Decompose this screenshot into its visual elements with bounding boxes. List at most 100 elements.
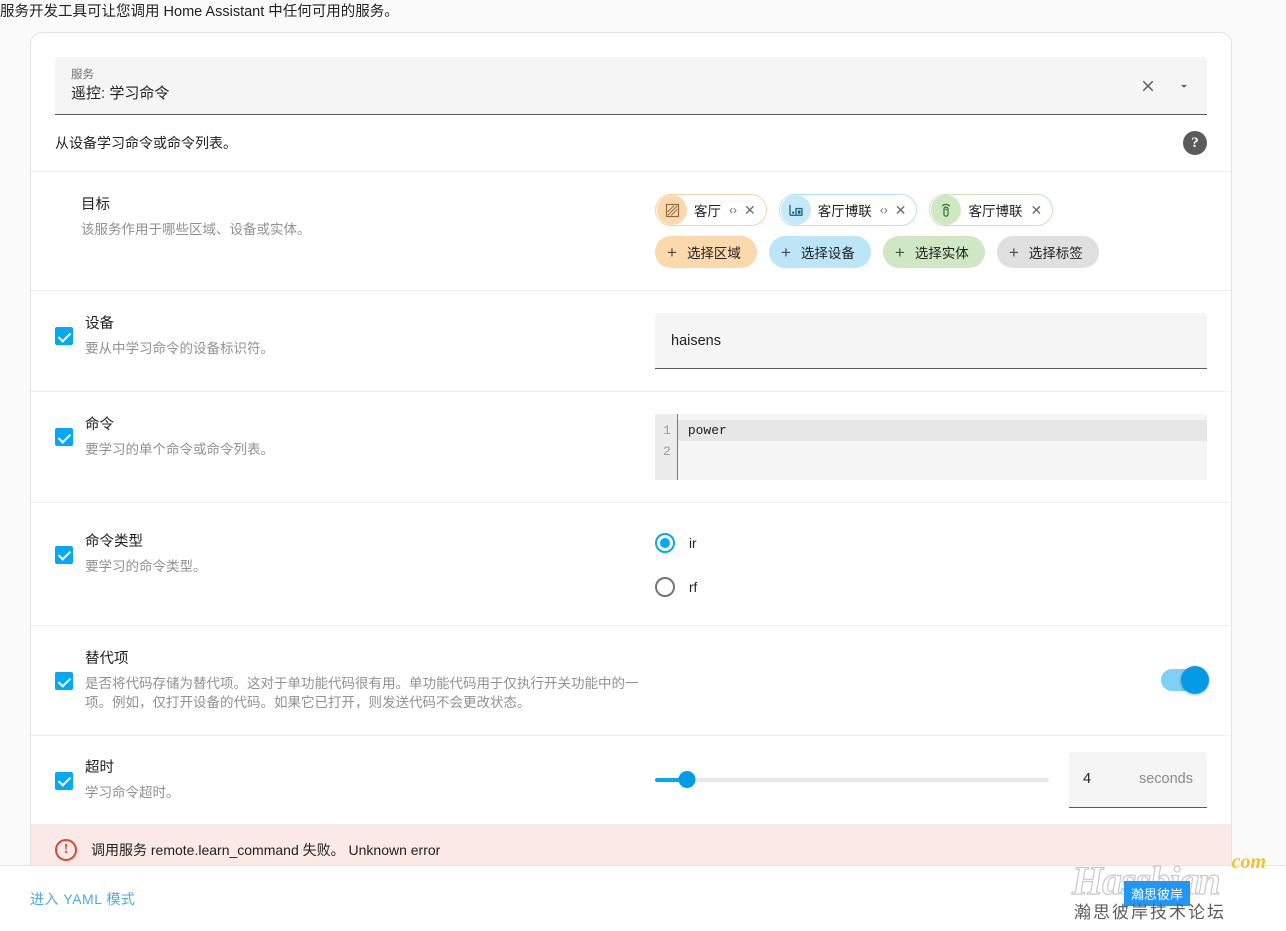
- target-chip-area-label: 客厅: [694, 204, 721, 219]
- close-icon[interactable]: ✕: [895, 202, 907, 219]
- target-chip-device[interactable]: 客厅博联 ‹› ✕: [778, 194, 918, 226]
- help-icon[interactable]: ?: [1183, 131, 1207, 155]
- command-description: 要学习的单个命令或命令列表。: [85, 441, 274, 457]
- service-picker[interactable]: 服务 遥控: 学习命令: [55, 57, 1207, 115]
- timeout-unit: seconds: [1138, 771, 1193, 788]
- developer-tools-services-page: 服务开发工具可让您调用 Home Assistant 中任何可用的服务。 服务 …: [0, 0, 1286, 931]
- device-row: 设备 要从中学习命令的设备标识符。 haisens: [31, 291, 1231, 392]
- plus-icon: +: [894, 242, 905, 262]
- choose-label-label: 选择标签: [1028, 246, 1083, 261]
- slider-thumb[interactable]: [678, 771, 696, 789]
- plus-icon: +: [780, 242, 791, 262]
- plus-icon: +: [667, 242, 677, 262]
- error-message: 调用服务 remote.learn_command 失败。 Unknown er…: [91, 841, 441, 858]
- area-icon: [657, 195, 687, 225]
- alternative-description: 是否将代码存储为替代项。这对于单功能代码很有用。单功能代码用于仅执行开关功能中的…: [85, 675, 639, 711]
- page-footer: 进入 YAML 模式: [0, 865, 1286, 931]
- timeout-row: 超时 学习命令超时。 4 seconds: [31, 736, 1231, 825]
- timeout-value: 4: [1083, 771, 1092, 788]
- service-picker-texts: 服务 遥控: 学习命令: [55, 69, 169, 102]
- target-title: 目标: [81, 197, 110, 213]
- target-description: 该服务作用于哪些区域、设备或实体。: [81, 221, 311, 237]
- choose-device-label: 选择设备: [800, 246, 855, 261]
- code-line: power: [677, 420, 1207, 441]
- choose-area-button[interactable]: + 选择区域: [655, 236, 757, 268]
- timeout-control-wrap: 4 seconds: [655, 751, 1207, 808]
- target-chip-area[interactable]: 客厅 ‹› ✕: [655, 194, 767, 226]
- line-number: 2: [663, 444, 671, 459]
- command-title: 命令: [85, 417, 114, 433]
- timeout-description: 学习命令超时。: [85, 784, 180, 800]
- target-chip-list: 客厅 ‹› ✕ 客厅博联 ‹› ✕ 客厅博联 ✕: [655, 194, 1054, 226]
- radio-button-ir[interactable]: [655, 533, 675, 553]
- plus-icon: +: [1008, 242, 1019, 262]
- timeout-title: 超时: [85, 760, 114, 777]
- timeout-label-block: 超时 学习命令超时。: [55, 757, 655, 802]
- choose-entity-button[interactable]: + 选择实体: [882, 236, 985, 268]
- chevron-down-icon[interactable]: [1171, 73, 1197, 99]
- device-title: 设备: [85, 316, 114, 332]
- timeout-checkbox[interactable]: [55, 771, 73, 790]
- alternative-toggle[interactable]: [1161, 666, 1209, 695]
- device-input-wrap: haisens: [655, 313, 1207, 369]
- timeout-slider[interactable]: [655, 770, 1049, 790]
- target-label-block: 目标 该服务作用于哪些区域、设备或实体。: [55, 194, 655, 239]
- command-row: 命令 要学习的单个命令或命令列表。 1 2 power: [31, 392, 1231, 503]
- device-checkbox[interactable]: [55, 327, 73, 345]
- command-type-options: ir rf: [655, 531, 1207, 597]
- command-type-checkbox[interactable]: [55, 545, 73, 564]
- service-call-card: 服务 遥控: 学习命令 从设备学习命令或命令列表。 ? 目标 该服务作用于哪些区…: [30, 32, 1232, 876]
- target-chip-device-label: 客厅博联: [817, 204, 872, 219]
- target-add-buttons: + 选择区域 + 选择设备 + 选择实体 + 选择标签: [655, 236, 1099, 268]
- timeout-number-input[interactable]: 4 seconds: [1069, 751, 1207, 808]
- editor-gutter: 1 2: [655, 414, 678, 480]
- radio-label-ir: ir: [689, 535, 697, 551]
- alternative-toggle-wrap: [655, 666, 1209, 695]
- command-type-description: 要学习的命令类型。: [85, 558, 207, 574]
- radio-option-ir[interactable]: ir: [655, 533, 1207, 553]
- choose-area-label: 选择区域: [686, 246, 741, 261]
- remote-icon: [931, 195, 962, 225]
- target-row: 目标 该服务作用于哪些区域、设备或实体。 客厅 ‹› ✕ 客厅博联 ‹› ✕ 客…: [31, 172, 1231, 291]
- device-icon: [780, 195, 811, 225]
- service-description-row: 从设备学习命令或命令列表。 ?: [31, 115, 1231, 172]
- radio-option-rf[interactable]: rf: [655, 577, 1207, 597]
- command-code-editor[interactable]: 1 2 power: [655, 414, 1207, 480]
- expand-icon[interactable]: ‹›: [880, 203, 888, 217]
- page-intro-text: 服务开发工具可让您调用 Home Assistant 中任何可用的服务。: [0, 4, 399, 20]
- device-input[interactable]: haisens: [655, 313, 1207, 369]
- alternative-row: 替代项 是否将代码存储为替代项。这对于单功能代码很有用。单功能代码用于仅执行开关…: [31, 626, 1231, 736]
- command-type-row: 命令类型 要学习的命令类型。 ir rf: [31, 503, 1231, 626]
- service-picker-label: 服务: [71, 68, 94, 81]
- alert-circle-icon: !: [55, 838, 77, 861]
- service-description-text: 从设备学习命令或命令列表。: [55, 135, 237, 151]
- command-checkbox[interactable]: [55, 428, 73, 446]
- choose-device-button[interactable]: + 选择设备: [768, 236, 871, 268]
- command-editor-wrap: 1 2 power: [655, 414, 1207, 480]
- close-icon[interactable]: ✕: [744, 202, 756, 219]
- command-label-block: 命令 要学习的单个命令或命令列表。: [55, 414, 655, 459]
- line-number: 1: [663, 423, 671, 438]
- close-icon[interactable]: ✕: [1030, 202, 1042, 219]
- target-selector: 客厅 ‹› ✕ 客厅博联 ‹› ✕ 客厅博联 ✕ + 选择区域 + 选择设备 +…: [655, 194, 1207, 268]
- command-type-title: 命令类型: [85, 534, 143, 550]
- choose-entity-label: 选择实体: [914, 246, 969, 261]
- choose-label-button[interactable]: + 选择标签: [996, 236, 1099, 268]
- service-picker-icons: [1135, 73, 1197, 99]
- alternative-checkbox[interactable]: [55, 672, 73, 691]
- radio-button-rf[interactable]: [655, 577, 675, 597]
- radio-label-rf: rf: [689, 579, 698, 595]
- service-picker-value: 遥控: 学习命令: [71, 84, 170, 102]
- enter-yaml-mode-link[interactable]: 进入 YAML 模式: [30, 889, 135, 909]
- device-description: 要从中学习命令的设备标识符。: [85, 340, 274, 356]
- alternative-title: 替代项: [85, 651, 129, 667]
- close-icon[interactable]: [1135, 73, 1161, 99]
- target-chip-entity-label: 客厅博联: [968, 204, 1023, 219]
- target-chip-entity[interactable]: 客厅博联 ✕: [929, 194, 1054, 226]
- alternative-label-block: 替代项 是否将代码存储为替代项。这对于单功能代码很有用。单功能代码用于仅执行开关…: [55, 648, 655, 713]
- editor-content: power: [677, 414, 1207, 480]
- expand-icon[interactable]: ‹›: [729, 203, 737, 217]
- device-label-block: 设备 要从中学习命令的设备标识符。: [55, 313, 655, 358]
- command-type-label-block: 命令类型 要学习的命令类型。: [55, 531, 655, 576]
